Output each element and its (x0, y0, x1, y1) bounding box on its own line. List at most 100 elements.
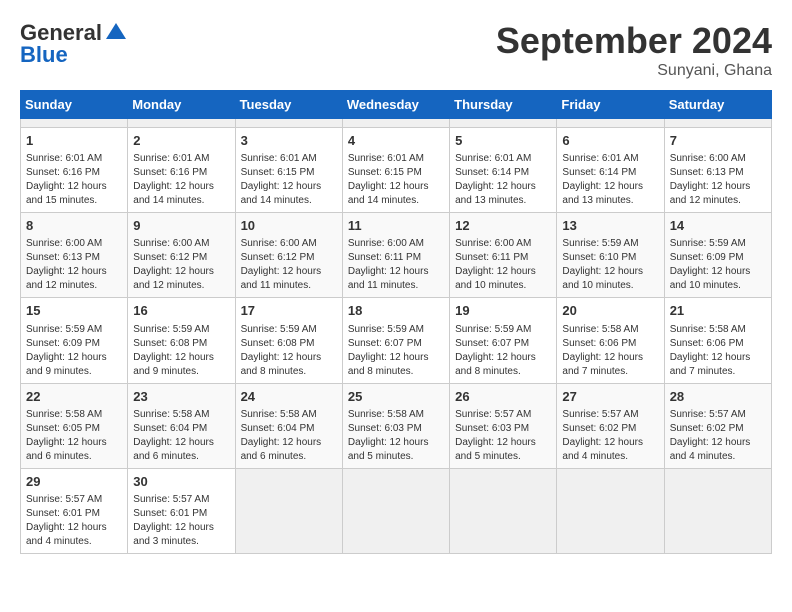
day-detail: Sunrise: 5:58 AMSunset: 6:04 PMDaylight:… (133, 408, 229, 464)
calendar-cell: 28Sunrise: 5:57 AMSunset: 6:02 PMDayligh… (664, 383, 771, 468)
header-sunday: Sunday (21, 91, 128, 119)
day-detail: Sunrise: 6:01 AMSunset: 6:14 PMDaylight:… (455, 152, 551, 208)
calendar-cell (557, 119, 664, 128)
calendar-week-row: 1 Sunrise: 6:01 AMSunset: 6:16 PMDaylight… (21, 128, 772, 213)
day-detail: Sunrise: 5:57 AMSunset: 6:02 PMDaylight:… (562, 408, 658, 464)
day-detail: Sunrise: 6:00 AMSunset: 6:11 PMDaylight:… (348, 237, 444, 293)
day-number: 20 (562, 302, 658, 320)
calendar-cell (450, 468, 557, 553)
day-detail: Sunrise: 5:58 AMSunset: 6:04 PMDaylight:… (241, 408, 337, 464)
day-detail: Sunrise: 6:00 AMSunset: 6:11 PMDaylight:… (455, 237, 551, 293)
calendar-cell (21, 119, 128, 128)
day-detail: Sunrise: 6:01 AMSunset: 6:16 PMDaylight:… (133, 152, 229, 208)
calendar-cell: 3Sunrise: 6:01 AMSunset: 6:15 PMDaylight… (235, 128, 342, 213)
calendar-week-row: 22 Sunrise: 5:58 AMSunset: 6:05 PMDayligh… (21, 383, 772, 468)
calendar-cell: 29Sunrise: 5:57 AMSunset: 6:01 PMDayligh… (21, 468, 128, 553)
day-detail: Sunrise: 5:59 AMSunset: 6:09 PMDaylight:… (26, 323, 122, 379)
day-detail: Sunrise: 5:57 AMSunset: 6:03 PMDaylight:… (455, 408, 551, 464)
calendar-cell: 27 Sunrise: 5:57 AMSunset: 6:02 PMDayligh… (557, 383, 664, 468)
location-title: Sunyani, Ghana (496, 62, 772, 80)
day-number: 17 (241, 302, 337, 320)
header-saturday: Saturday (664, 91, 771, 119)
calendar-week-row: 15Sunrise: 5:59 AMSunset: 6:09 PMDayligh… (21, 298, 772, 383)
day-number: 30 (133, 473, 229, 491)
calendar-cell (235, 119, 342, 128)
month-title: September 2024 (496, 20, 772, 62)
calendar-cell (664, 468, 771, 553)
calendar-cell: 2Sunrise: 6:01 AMSunset: 6:16 PMDaylight… (128, 128, 235, 213)
day-number: 1 (26, 132, 122, 150)
calendar-cell: 12 Sunrise: 6:00 AMSunset: 6:11 PMDayligh… (450, 213, 557, 298)
logo: General Blue (20, 20, 130, 68)
day-detail: Sunrise: 6:01 AMSunset: 6:14 PMDaylight:… (562, 152, 658, 208)
day-number: 18 (348, 302, 444, 320)
calendar-cell: 5Sunrise: 6:01 AMSunset: 6:14 PMDaylight… (450, 128, 557, 213)
day-number: 4 (348, 132, 444, 150)
calendar-cell: 22 Sunrise: 5:58 AMSunset: 6:05 PMDayligh… (21, 383, 128, 468)
calendar-cell: 7 Sunrise: 6:00 AMSunset: 6:13 PMDaylight… (664, 128, 771, 213)
calendar-cell (450, 119, 557, 128)
day-detail: Sunrise: 6:00 AMSunset: 6:13 PMDaylight:… (670, 152, 766, 208)
calendar-cell: 6Sunrise: 6:01 AMSunset: 6:14 PMDaylight… (557, 128, 664, 213)
day-number: 19 (455, 302, 551, 320)
calendar-cell: 9Sunrise: 6:00 AMSunset: 6:12 PMDaylight… (128, 213, 235, 298)
header-thursday: Thursday (450, 91, 557, 119)
page-header: General Blue September 2024 Sunyani, Gha… (20, 20, 772, 80)
day-number: 13 (562, 217, 658, 235)
day-number: 22 (26, 388, 122, 406)
calendar-cell: 8Sunrise: 6:00 AMSunset: 6:13 PMDaylight… (21, 213, 128, 298)
calendar-cell: 18 Sunrise: 5:59 AMSunset: 6:07 PMDayligh… (342, 298, 449, 383)
calendar-cell: 14 Sunrise: 5:59 AMSunset: 6:09 PMDayligh… (664, 213, 771, 298)
day-number: 25 (348, 388, 444, 406)
calendar-cell: 21 Sunrise: 5:58 AMSunset: 6:06 PMDayligh… (664, 298, 771, 383)
calendar-cell (128, 119, 235, 128)
day-detail: Sunrise: 5:58 AMSunset: 6:03 PMDaylight:… (348, 408, 444, 464)
calendar-cell: 11 Sunrise: 6:00 AMSunset: 6:11 PMDayligh… (342, 213, 449, 298)
day-detail: Sunrise: 5:59 AMSunset: 6:08 PMDaylight:… (133, 323, 229, 379)
calendar-week-row (21, 119, 772, 128)
calendar-cell: 23Sunrise: 5:58 AMSunset: 6:04 PMDayligh… (128, 383, 235, 468)
calendar-cell: 26 Sunrise: 5:57 AMSunset: 6:03 PMDayligh… (450, 383, 557, 468)
calendar-cell: 24Sunrise: 5:58 AMSunset: 6:04 PMDayligh… (235, 383, 342, 468)
day-number: 10 (241, 217, 337, 235)
day-detail: Sunrise: 6:00 AMSunset: 6:12 PMDaylight:… (241, 237, 337, 293)
day-detail: Sunrise: 6:01 AMSunset: 6:16 PMDaylight:… (26, 152, 122, 208)
calendar-cell: 19Sunrise: 5:59 AMSunset: 6:07 PMDayligh… (450, 298, 557, 383)
day-number: 7 (670, 132, 766, 150)
calendar-cell: 15Sunrise: 5:59 AMSunset: 6:09 PMDayligh… (21, 298, 128, 383)
calendar-cell: 16 Sunrise: 5:59 AMSunset: 6:08 PMDayligh… (128, 298, 235, 383)
title-block: September 2024 Sunyani, Ghana (496, 20, 772, 80)
day-number: 27 (562, 388, 658, 406)
day-detail: Sunrise: 5:59 AMSunset: 6:10 PMDaylight:… (562, 237, 658, 293)
day-detail: Sunrise: 5:57 AMSunset: 6:02 PMDaylight:… (670, 408, 766, 464)
calendar-cell: 1 Sunrise: 6:01 AMSunset: 6:16 PMDaylight… (21, 128, 128, 213)
calendar-cell: 10 Sunrise: 6:00 AMSunset: 6:12 PMDayligh… (235, 213, 342, 298)
day-detail: Sunrise: 5:57 AMSunset: 6:01 PMDaylight:… (26, 493, 122, 549)
header-wednesday: Wednesday (342, 91, 449, 119)
day-detail: Sunrise: 5:59 AMSunset: 6:09 PMDaylight:… (670, 237, 766, 293)
day-detail: Sunrise: 6:00 AMSunset: 6:13 PMDaylight:… (26, 237, 122, 293)
calendar-week-row: 29Sunrise: 5:57 AMSunset: 6:01 PMDayligh… (21, 468, 772, 553)
calendar-cell (664, 119, 771, 128)
header-monday: Monday (128, 91, 235, 119)
calendar-cell: 17Sunrise: 5:59 AMSunset: 6:08 PMDayligh… (235, 298, 342, 383)
day-detail: Sunrise: 5:58 AMSunset: 6:06 PMDaylight:… (670, 323, 766, 379)
day-detail: Sunrise: 5:58 AMSunset: 6:06 PMDaylight:… (562, 323, 658, 379)
calendar-cell (342, 468, 449, 553)
day-detail: Sunrise: 6:01 AMSunset: 6:15 PMDaylight:… (348, 152, 444, 208)
calendar-cell: 20 Sunrise: 5:58 AMSunset: 6:06 PMDayligh… (557, 298, 664, 383)
day-detail: Sunrise: 5:59 AMSunset: 6:07 PMDaylight:… (348, 323, 444, 379)
day-number: 21 (670, 302, 766, 320)
day-number: 12 (455, 217, 551, 235)
day-detail: Sunrise: 5:58 AMSunset: 6:05 PMDaylight:… (26, 408, 122, 464)
logo-icon (104, 21, 128, 45)
calendar-week-row: 8Sunrise: 6:00 AMSunset: 6:13 PMDaylight… (21, 213, 772, 298)
day-number: 14 (670, 217, 766, 235)
day-detail: Sunrise: 6:00 AMSunset: 6:12 PMDaylight:… (133, 237, 229, 293)
header-tuesday: Tuesday (235, 91, 342, 119)
day-number: 26 (455, 388, 551, 406)
calendar-cell (557, 468, 664, 553)
day-number: 11 (348, 217, 444, 235)
calendar-header-row: Sunday Monday Tuesday Wednesday Thursday… (21, 91, 772, 119)
day-number: 16 (133, 302, 229, 320)
